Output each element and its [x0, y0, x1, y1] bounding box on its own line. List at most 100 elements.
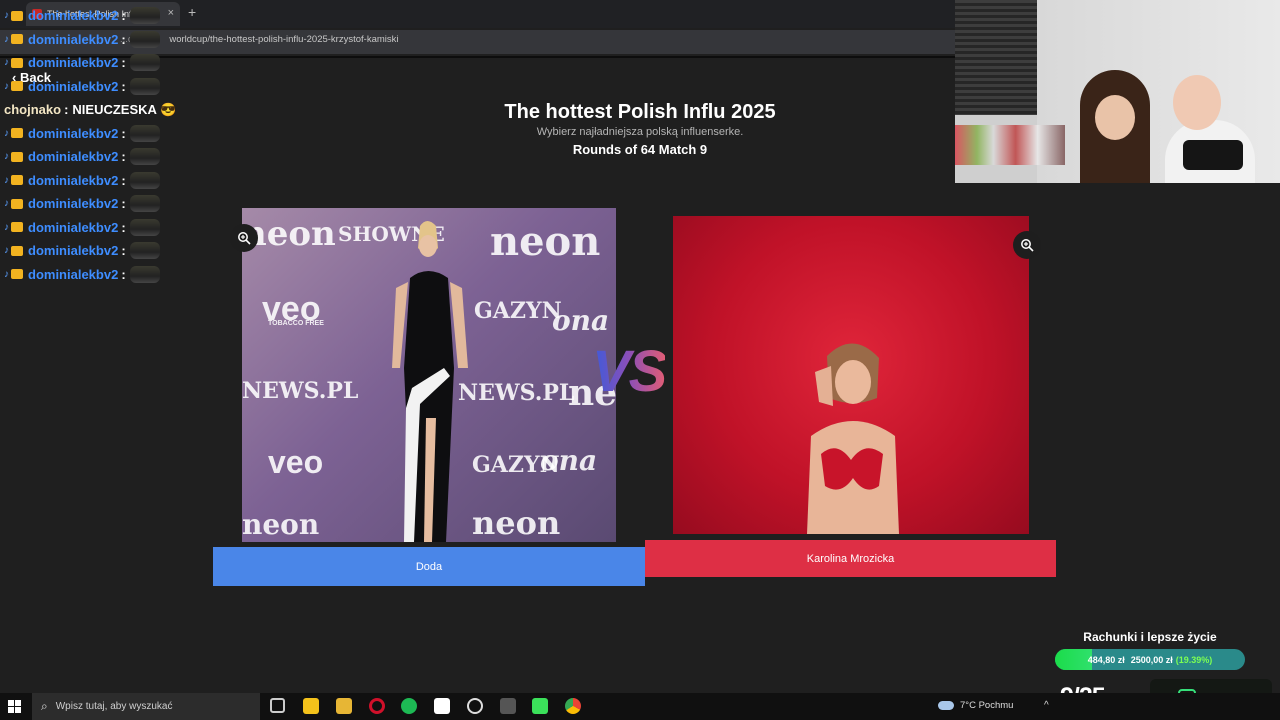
kick-icon[interactable]	[532, 698, 548, 714]
backdrop-text: veo	[268, 444, 324, 480]
task-view-icon[interactable]	[270, 698, 285, 713]
chat-username: dominialekbv2	[28, 31, 119, 47]
chrome-icon[interactable]	[565, 698, 581, 714]
note-badge-icon: ♪	[4, 174, 9, 186]
chat-username: dominialekbv2	[28, 196, 119, 212]
crown-badge-icon	[11, 151, 23, 162]
chat-message: ♪ dominialekbv2:	[4, 239, 174, 263]
chat-message: ♪ dominialekbv2:	[4, 169, 174, 193]
windows-taskbar: ⌕ Wpisz tutaj, aby wyszukać	[0, 693, 1280, 720]
backdrop-text: GAZYN	[474, 298, 562, 324]
chat-text: NIEUCZESKA 😎	[72, 101, 177, 117]
goal-current: 484,80 zł	[1087, 654, 1125, 665]
note-badge-icon: ♪	[4, 151, 9, 163]
backdrop-text: neon	[472, 504, 561, 542]
donation-goal-title: Rachunki i lepsze życie	[1083, 630, 1217, 644]
chat-separator: :	[121, 172, 126, 188]
vote-right-button[interactable]: Karolina Mrozicka	[645, 540, 1056, 577]
backdrop-text: ona	[552, 304, 610, 337]
right-contestant-photo[interactable]	[673, 216, 1029, 534]
person-figure	[392, 221, 468, 542]
chat-username: dominialekbv2	[28, 172, 119, 188]
taskbar-search[interactable]: ⌕ Wpisz tutaj, aby wyszukać	[32, 693, 260, 720]
person-figure	[807, 343, 899, 534]
left-zoom-button[interactable]	[230, 224, 258, 252]
chat-separator: :	[121, 149, 126, 165]
note-badge-icon: ♪	[4, 80, 9, 92]
crown-badge-icon	[11, 198, 23, 209]
opera-icon[interactable]	[369, 698, 385, 714]
chat-message: ♪ dominialekbv2:	[4, 4, 174, 28]
goal-target: 2500,00 zł	[1130, 654, 1173, 665]
microphone-icon	[1183, 140, 1243, 170]
emote-icon	[129, 265, 160, 283]
emote-icon	[129, 195, 160, 213]
weather-widget[interactable]: 7°C Pochmu	[938, 700, 1013, 711]
chat-separator: :	[121, 243, 126, 259]
note-badge-icon: ♪	[4, 127, 9, 139]
page-title: The hottest Polish Influ 2025	[504, 101, 776, 123]
emote-icon	[129, 148, 160, 166]
crown-badge-icon	[11, 269, 23, 280]
chat-message: ♪ dominialekbv2:	[4, 192, 174, 216]
search-placeholder: Wpisz tutaj, aby wyszukać	[55, 701, 173, 712]
chat-separator: :	[121, 78, 126, 94]
note-badge-icon: ♪	[4, 57, 9, 69]
page-subtitle: Wybierz najładniejsza polską influenserk…	[536, 126, 744, 138]
vote-left-button[interactable]: Doda	[213, 547, 645, 586]
goal-progress-text: 484,80 zł 2500,00 zł (19.39%)	[1055, 649, 1245, 670]
right-zoom-button[interactable]	[1013, 231, 1041, 259]
cloud-icon	[938, 701, 954, 710]
versus-label: VS	[592, 339, 667, 404]
search-icon: ⌕	[41, 699, 48, 713]
url-path: worldcup/the-hottest-polish-influ-2025-k…	[169, 34, 399, 45]
chat-separator: :	[64, 102, 69, 118]
webcam-overlay	[955, 0, 1280, 183]
chat-separator: :	[121, 31, 126, 47]
note-badge-icon: ♪	[4, 268, 9, 280]
left-contestant-photo[interactable]: neon SHOWNE neon veo TOBACCO FREE GAZYN …	[242, 208, 616, 542]
backdrop-text: TOBACCO FREE	[268, 320, 324, 327]
chat-username: dominialekbv2	[28, 78, 119, 94]
app-icon[interactable]	[500, 698, 516, 714]
chat-message: ♪ dominialekbv2:	[4, 216, 174, 240]
tray-chevron-icon[interactable]: ^	[1044, 700, 1049, 711]
new-tab-button[interactable]: +	[188, 4, 196, 20]
streamer-face	[1095, 95, 1135, 140]
emote-icon	[129, 54, 160, 72]
chat-message: ♪ dominialekbv2:	[4, 51, 174, 75]
chat-username: dominialekbv2	[28, 219, 119, 235]
emote-icon	[129, 77, 160, 95]
chat-separator: :	[121, 219, 126, 235]
window-blinds	[955, 0, 1037, 115]
backdrop-text: neon	[242, 508, 320, 541]
zoom-in-icon	[238, 232, 251, 245]
backdrop-text: neon	[490, 218, 601, 265]
obs-icon[interactable]	[467, 698, 483, 714]
emote-icon	[129, 242, 160, 260]
emote-icon	[129, 30, 160, 48]
note-badge-icon: ♪	[4, 245, 9, 257]
backdrop-text: NEWS.PL	[458, 380, 575, 406]
store-icon[interactable]	[303, 698, 319, 714]
crown-badge-icon	[11, 245, 23, 256]
note-badge-icon: ♪	[4, 10, 9, 22]
chat-message: ♪ dominialekbv2:	[4, 263, 174, 287]
emote-icon	[129, 171, 160, 189]
spotify-icon[interactable]	[401, 698, 417, 714]
file-explorer-icon[interactable]	[336, 698, 352, 714]
chat-separator: :	[121, 196, 126, 212]
chat-separator: :	[121, 266, 126, 282]
chat-message: ♪ dominialekbv2:	[4, 28, 174, 52]
chat-message: chojnako: NIEUCZESKA 😎	[4, 98, 177, 122]
emote-icon	[129, 124, 160, 142]
chat-username: dominialekbv2	[28, 266, 119, 282]
notion-icon[interactable]	[434, 698, 450, 714]
crown-badge-icon	[11, 10, 23, 21]
note-badge-icon: ♪	[4, 221, 9, 233]
emote-icon	[129, 7, 160, 25]
emote-icon	[129, 218, 160, 236]
crown-badge-icon	[11, 175, 23, 186]
windows-start-icon[interactable]	[8, 700, 22, 714]
shelf-items	[955, 125, 1065, 165]
